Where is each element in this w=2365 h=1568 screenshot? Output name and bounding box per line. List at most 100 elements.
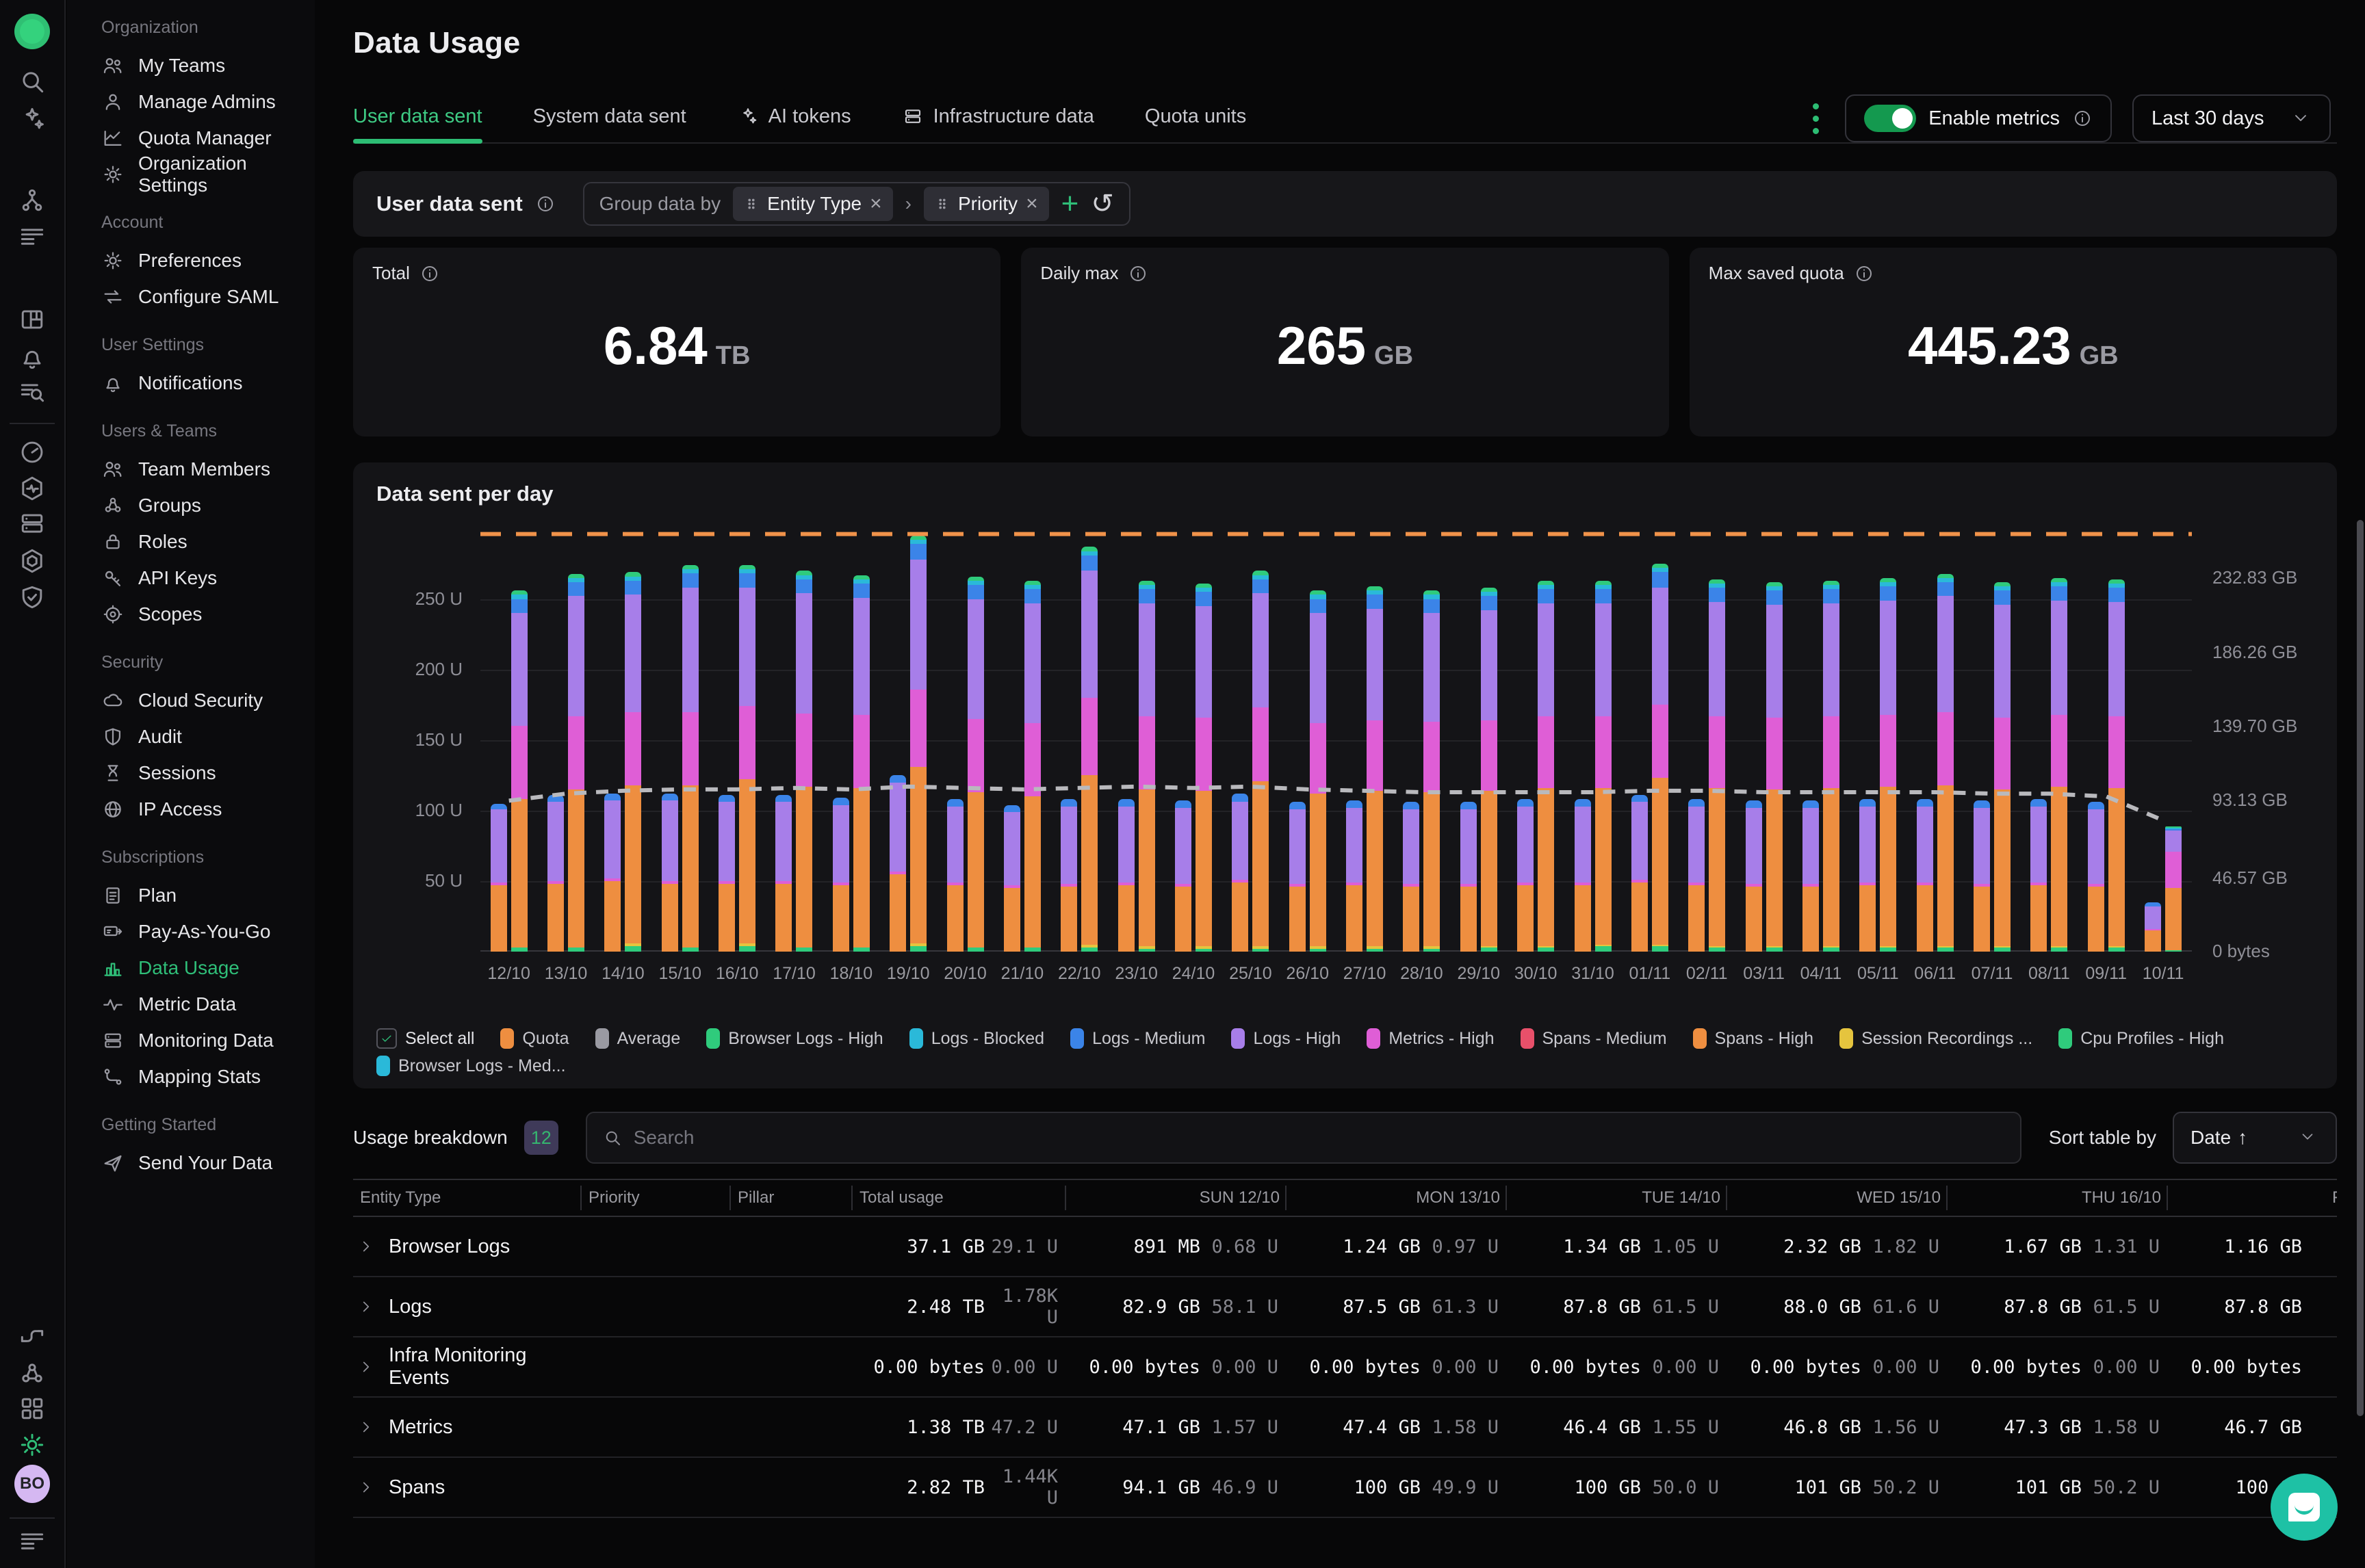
list-search-icon[interactable] (14, 374, 50, 410)
sidebar-item-sessions[interactable]: Sessions (101, 755, 315, 791)
sidebar-item-preferences[interactable]: Preferences (101, 242, 315, 278)
server-icon[interactable] (14, 506, 50, 541)
select-all-checkbox[interactable]: Select all (376, 1028, 474, 1049)
tab-quota-units[interactable]: Quota units (1145, 105, 1246, 142)
flow-tree-icon[interactable] (14, 183, 50, 218)
avatar[interactable]: BO (14, 1466, 50, 1502)
sidebar-item-cloud-security[interactable]: Cloud Security (101, 682, 315, 718)
hex-nodes-icon[interactable] (14, 1356, 50, 1391)
table-row[interactable]: Logs2.48 TB1.78K U82.9 GB58.1 U87.5 GB61… (353, 1277, 2337, 1337)
sidebar-item-roles[interactable]: Roles (101, 523, 315, 560)
close-icon[interactable]: × (870, 194, 882, 214)
group-chip-priority[interactable]: Priority× (924, 187, 1049, 221)
chevron-right-icon[interactable] (357, 1418, 375, 1436)
pipeline-icon[interactable] (14, 1318, 50, 1354)
chevron-right-icon[interactable] (357, 1478, 375, 1496)
collapse-sidebar-icon[interactable] (14, 1524, 50, 1559)
chevron-right-icon[interactable] (357, 1298, 375, 1316)
legend-item-metrics-high[interactable]: Metrics - High (1367, 1028, 1494, 1049)
table-row[interactable]: Metrics1.38 TB47.2 U47.1 GB1.57 U47.4 GB… (353, 1398, 2337, 1458)
sidebar-item-monitoring-data[interactable]: Monitoring Data (101, 1022, 315, 1058)
sidebar-item-metric-data[interactable]: Metric Data (101, 986, 315, 1022)
sidebar-item-mapping-stats[interactable]: Mapping Stats (101, 1058, 315, 1095)
entity-expander[interactable]: Infra Monitoring Events (353, 1344, 580, 1389)
tab-infrastructure-data[interactable]: Infrastructure data (902, 105, 1094, 142)
legend-item-logs-high[interactable]: Logs - High (1231, 1028, 1341, 1049)
sidebar-item-quota-manager[interactable]: Quota Manager (101, 120, 315, 156)
tab-system-data-sent[interactable]: System data sent (533, 105, 686, 142)
column-header-pillar[interactable]: Pillar (729, 1186, 851, 1210)
gear-icon-active[interactable] (14, 1427, 50, 1463)
legend-item-spans-high[interactable]: Spans - High (1693, 1028, 1814, 1049)
column-header-fri-17[interactable]: FRI 17 (2167, 1186, 2337, 1210)
kebab-menu-icon[interactable] (1807, 98, 1824, 140)
sparkles-icon[interactable] (14, 101, 50, 137)
sidebar-item-team-members[interactable]: Team Members (101, 451, 315, 487)
legend-item-cpu-profiles-high[interactable]: Cpu Profiles - High (2058, 1028, 2224, 1049)
sidebar-item-data-usage[interactable]: Data Usage (101, 950, 315, 986)
reset-group-button[interactable]: ↺ (1091, 190, 1114, 218)
sidebar-item-organization-settings[interactable]: Organization Settings (101, 156, 315, 192)
sidebar-item-audit[interactable]: Audit (101, 718, 315, 755)
sidebar-item-api-keys[interactable]: API Keys (101, 560, 315, 596)
logo-icon[interactable] (14, 14, 50, 49)
legend-item-session-recordings-[interactable]: Session Recordings ... (1839, 1028, 2032, 1049)
enable-metrics-toggle[interactable] (1864, 105, 1916, 132)
gauge-icon[interactable] (14, 434, 50, 470)
entity-expander[interactable]: Browser Logs (353, 1236, 580, 1258)
shield-check-icon[interactable] (14, 579, 50, 615)
column-header-wed-15-10[interactable]: WED 15/10 (1726, 1186, 1946, 1210)
list-icon[interactable] (14, 219, 50, 254)
info-icon[interactable] (535, 194, 556, 214)
search-input[interactable] (634, 1127, 2005, 1149)
hex-pulse-icon[interactable] (14, 471, 50, 506)
tab-user-data-sent[interactable]: User data sent (353, 105, 482, 142)
sidebar-item-groups[interactable]: Groups (101, 487, 315, 523)
sidebar-item-pay-as-you-go[interactable]: Pay-As-You-Go (101, 913, 315, 950)
table-row[interactable]: Spans2.82 TB1.44K U94.1 GB46.9 U100 GB49… (353, 1458, 2337, 1518)
date-range-select[interactable]: Last 30 days (2132, 94, 2331, 142)
entity-expander[interactable]: Spans (353, 1476, 580, 1499)
column-header-thu-16-10[interactable]: THU 16/10 (1946, 1186, 2167, 1210)
legend-item-browser-logs-med-[interactable]: Browser Logs - Med... (376, 1056, 566, 1076)
columns-icon[interactable] (14, 302, 50, 337)
shield-hex-icon[interactable] (14, 543, 50, 579)
sidebar-item-plan[interactable]: Plan (101, 877, 315, 913)
drag-handle-icon[interactable] (935, 196, 950, 211)
group-chip-entity-type[interactable]: Entity Type× (733, 187, 893, 221)
sidebar-item-notifications[interactable]: Notifications (101, 365, 315, 401)
apps-grid-icon[interactable] (14, 1391, 50, 1426)
info-icon[interactable] (2072, 108, 2093, 129)
page-scrollbar[interactable] (2357, 0, 2364, 1568)
sidebar-item-manage-admins[interactable]: Manage Admins (101, 83, 315, 120)
legend-item-average[interactable]: Average (595, 1028, 681, 1049)
sidebar-item-configure-saml[interactable]: Configure SAML (101, 278, 315, 315)
legend-item-logs-blocked[interactable]: Logs - Blocked (909, 1028, 1044, 1049)
entity-expander[interactable]: Logs (353, 1296, 580, 1318)
legend-item-spans-medium[interactable]: Spans - Medium (1521, 1028, 1667, 1049)
close-icon[interactable]: × (1026, 194, 1038, 214)
column-header-entity-type[interactable]: Entity Type (353, 1186, 580, 1210)
table-row[interactable]: Browser Logs37.1 GB29.1 U891 MB0.68 U1.2… (353, 1217, 2337, 1277)
column-header-mon-13-10[interactable]: MON 13/10 (1285, 1186, 1505, 1210)
legend-item-quota[interactable]: Quota (500, 1028, 569, 1049)
sidebar-item-my-teams[interactable]: My Teams (101, 47, 315, 83)
info-icon[interactable] (1128, 263, 1148, 284)
column-header-priority[interactable]: Priority (580, 1186, 729, 1210)
legend-item-browser-logs-high[interactable]: Browser Logs - High (706, 1028, 883, 1049)
chevron-right-icon[interactable] (357, 1238, 375, 1255)
sort-select[interactable]: Date ↑ (2173, 1112, 2337, 1164)
column-header-tue-14-10[interactable]: TUE 14/10 (1505, 1186, 1726, 1210)
add-group-button[interactable]: + (1061, 189, 1079, 219)
search-icon[interactable] (14, 64, 50, 99)
sidebar-item-scopes[interactable]: Scopes (101, 596, 315, 632)
drag-handle-icon[interactable] (744, 196, 759, 211)
tab-ai-tokens[interactable]: AI tokens (737, 105, 851, 142)
sidebar-item-send-your-data[interactable]: Send Your Data (101, 1145, 315, 1181)
column-header-total-usage[interactable]: Total usage (851, 1186, 1065, 1210)
chevron-right-icon[interactable] (357, 1358, 375, 1376)
sidebar-item-ip-access[interactable]: IP Access (101, 791, 315, 827)
column-header-sun-12-10[interactable]: SUN 12/10 (1065, 1186, 1285, 1210)
info-icon[interactable] (1854, 263, 1874, 284)
info-icon[interactable] (419, 263, 440, 284)
